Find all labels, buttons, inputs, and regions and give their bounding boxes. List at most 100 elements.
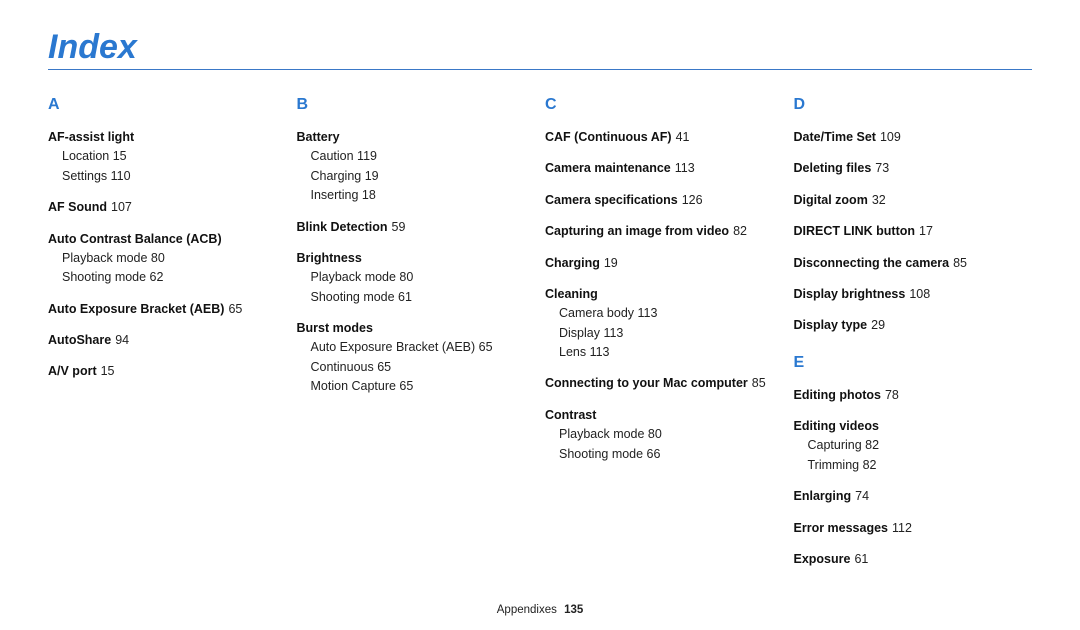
entry-sub: Playback mode 80 <box>48 249 287 268</box>
index-col-b: B Battery Caution 119 Charging 19 Insert… <box>297 96 536 581</box>
entry-blink-detection: Blink Detection 59 <box>297 218 536 237</box>
entry-sub: Shooting mode 62 <box>48 268 287 287</box>
entry-camera-specs: Camera specifications 126 <box>545 191 784 210</box>
footer-page-number: 135 <box>564 604 583 616</box>
entry-head: Deleting files <box>794 161 872 175</box>
entry-sub: Shooting mode 61 <box>297 288 536 307</box>
entry-aeb: Auto Exposure Bracket (AEB) 65 <box>48 300 287 319</box>
entry-sub: Playback mode 80 <box>545 425 784 444</box>
index-col-d-e: D Date/Time Set109 Deleting files73 Digi… <box>794 96 1033 581</box>
entry-sub: Shooting mode 66 <box>545 445 784 464</box>
index-col-a: A AF-assist light Location 15 Settings 1… <box>48 96 287 581</box>
entry-enlarging: Enlarging74 <box>794 487 1033 506</box>
footer-section: Appendixes <box>497 604 557 616</box>
entry-head: Connecting to your Mac computer <box>545 376 748 390</box>
entry-head: Contrast <box>545 408 596 422</box>
entry-sub: Display 113 <box>545 324 784 343</box>
entry-page: 82 <box>733 224 747 238</box>
entry-page: 78 <box>885 388 899 402</box>
entry-head: Display brightness <box>794 287 906 301</box>
entry-display-brightness: Display brightness108 <box>794 285 1033 304</box>
entry-head: Battery <box>297 130 340 144</box>
entry-burst-modes: Burst modes Auto Exposure Bracket (AEB) … <box>297 319 536 397</box>
entry-page: 126 <box>682 193 703 207</box>
entry-page: 107 <box>111 200 132 214</box>
entry-sub: Playback mode 80 <box>297 268 536 287</box>
page-footer: Appendixes 135 <box>0 604 1080 616</box>
entry-head: Editing photos <box>794 388 881 402</box>
entry-sub: Auto Exposure Bracket (AEB) 65 <box>297 338 536 357</box>
entry-capture-from-video: Capturing an image from video 82 <box>545 222 784 241</box>
entry-head: A/V port <box>48 364 97 378</box>
entry-page: 109 <box>880 130 901 144</box>
entry-sub: Lens 113 <box>545 343 784 362</box>
entry-caf: CAF (Continuous AF) 41 <box>545 128 784 147</box>
entry-head: Camera maintenance <box>545 161 671 175</box>
entry-head: Digital zoom <box>794 193 868 207</box>
entry-page: 61 <box>854 552 868 566</box>
entry-av-port: A/V port 15 <box>48 362 287 381</box>
entry-head: CAF (Continuous AF) <box>545 130 672 144</box>
entry-deleting-files: Deleting files73 <box>794 159 1033 178</box>
entry-head: Error messages <box>794 521 889 535</box>
entry-editing-photos: Editing photos 78 <box>794 386 1033 405</box>
entry-head: Editing videos <box>794 419 879 433</box>
letter-heading-c: C <box>545 96 784 114</box>
entry-display-type: Display type29 <box>794 316 1033 335</box>
entry-contrast: Contrast Playback mode 80 Shooting mode … <box>545 406 784 464</box>
entry-exposure: Exposure61 <box>794 550 1033 569</box>
entry-head: Charging <box>545 256 600 270</box>
entry-sub: Continuous 65 <box>297 358 536 377</box>
entry-page: 41 <box>676 130 690 144</box>
entry-head: Burst modes <box>297 321 373 335</box>
entry-sub: Trimming 82 <box>794 456 1033 475</box>
entry-battery: Battery Caution 119 Charging 19 Insertin… <box>297 128 536 206</box>
entry-brightness: Brightness Playback mode 80 Shooting mod… <box>297 249 536 307</box>
entry-head: Date/Time Set <box>794 130 876 144</box>
index-columns: A AF-assist light Location 15 Settings 1… <box>48 96 1032 581</box>
entry-af-assist-light: AF-assist light Location 15 Settings 110 <box>48 128 287 186</box>
entry-disconnecting-camera: Disconnecting the camera85 <box>794 254 1033 273</box>
entry-page: 65 <box>228 302 242 316</box>
entry-head: DIRECT LINK button <box>794 224 916 238</box>
entry-page: 15 <box>101 364 115 378</box>
entry-head: AF Sound <box>48 200 107 214</box>
entry-head: Capturing an image from video <box>545 224 729 238</box>
entry-head: Camera specifications <box>545 193 678 207</box>
entry-head: Blink Detection <box>297 220 388 234</box>
entry-page: 108 <box>909 287 930 301</box>
entry-page: 74 <box>855 489 869 503</box>
entry-sub: Caution 119 <box>297 147 536 166</box>
entry-sub: Location 15 <box>48 147 287 166</box>
entry-page: 32 <box>872 193 886 207</box>
entry-head: AutoShare <box>48 333 111 347</box>
entry-head: Brightness <box>297 251 362 265</box>
letter-heading-e: E <box>794 354 1033 372</box>
entry-sub: Motion Capture 65 <box>297 377 536 396</box>
entry-date-time-set: Date/Time Set 109 <box>794 128 1033 147</box>
index-col-c: C CAF (Continuous AF) 41 Camera maintenan… <box>545 96 784 581</box>
entry-charging: Charging19 <box>545 254 784 273</box>
entry-connecting-mac: Connecting to your Mac computer 85 <box>545 374 784 393</box>
entry-head: Disconnecting the camera <box>794 256 950 270</box>
entry-head: Auto Contrast Balance (ACB) <box>48 232 222 246</box>
entry-page: 85 <box>752 376 766 390</box>
entry-af-sound: AF Sound 107 <box>48 198 287 217</box>
entry-page: 94 <box>115 333 129 347</box>
entry-head: Cleaning <box>545 287 598 301</box>
entry-page: 112 <box>892 521 912 535</box>
letter-heading-b: B <box>297 96 536 114</box>
entry-page: 85 <box>953 256 967 270</box>
entry-page: 59 <box>392 220 406 234</box>
entry-error-messages: Error messages112 <box>794 519 1033 538</box>
entry-digital-zoom: Digital zoom 32 <box>794 191 1033 210</box>
entry-head: Auto Exposure Bracket (AEB) <box>48 302 224 316</box>
entry-page: 73 <box>875 161 889 175</box>
entry-page: 113 <box>675 161 695 175</box>
entry-head: AF-assist light <box>48 130 134 144</box>
entry-camera-maintenance: Camera maintenance 113 <box>545 159 784 178</box>
entry-sub: Charging 19 <box>297 167 536 186</box>
entry-sub: Settings 110 <box>48 167 287 186</box>
entry-editing-videos: Editing videos Capturing 82 Trimming 82 <box>794 417 1033 475</box>
entry-sub: Inserting 18 <box>297 186 536 205</box>
